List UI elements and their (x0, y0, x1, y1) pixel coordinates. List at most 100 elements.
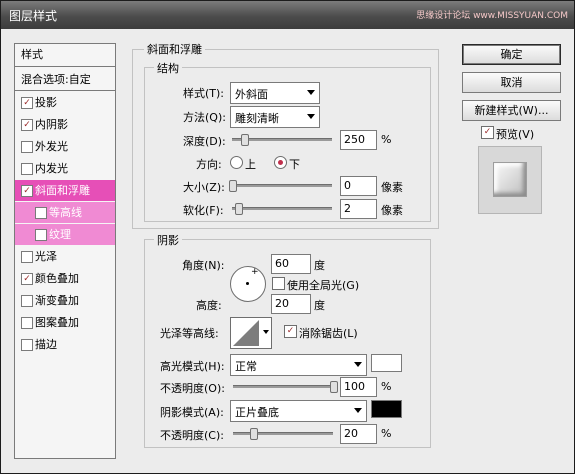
chevron-down-icon (354, 362, 362, 367)
direction-up-radio[interactable] (230, 156, 243, 169)
styles-list: 样式 混合选项:自定 ✓ 投影 ✓ 内阴影 外发光 内发光 ✓ 斜面和浮雕 等高线 纹… (14, 43, 116, 459)
style-item-gradient-overlay[interactable]: 渐变叠加 (15, 290, 115, 311)
highlight-color-swatch[interactable] (371, 354, 402, 372)
antialias-checkbox[interactable]: ✓ (284, 325, 297, 338)
structure-title: 结构 (154, 60, 182, 76)
altitude-input[interactable]: 20 (271, 294, 311, 314)
bevel-emboss-title: 斜面和浮雕 (144, 41, 205, 57)
soften-label: 软化(F): (183, 204, 224, 217)
highlight-opacity-input[interactable]: 100 (340, 377, 377, 397)
direction-down-radio[interactable] (274, 156, 287, 169)
technique-value: 雕刻清晰 (235, 112, 279, 125)
shadow-color-swatch[interactable] (371, 400, 402, 418)
style-item-texture[interactable]: 纹理 (15, 224, 115, 245)
checkbox[interactable]: ✓ (21, 97, 33, 109)
soften-unit: 像素 (381, 204, 403, 217)
style-item-satin[interactable]: 光泽 (15, 246, 115, 267)
layer-style-dialog: 图层样式 思缘设计论坛 www.MISSYUAN.COM 样式 混合选项:自定 … (0, 0, 575, 474)
checkbox[interactable] (21, 295, 33, 307)
technique-select[interactable]: 雕刻清晰 (230, 106, 320, 128)
global-light-checkbox[interactable] (272, 277, 285, 290)
checkbox[interactable] (21, 339, 33, 351)
style-item-pattern-overlay[interactable]: 图案叠加 (15, 312, 115, 333)
window-title: 图层样式 (9, 9, 58, 23)
shadow-mode-label: 阴影模式(A): (160, 406, 224, 419)
radio-selected-dot (278, 160, 283, 165)
shadow-opacity-label: 不透明度(C): (160, 429, 224, 442)
checkbox[interactable]: ✓ (21, 185, 33, 197)
style-label: 样式(T): (183, 87, 225, 100)
chevron-down-icon (307, 90, 315, 95)
style-item-stroke[interactable]: 描边 (15, 334, 115, 355)
angle-unit: 度 (314, 259, 325, 272)
chevron-down-icon (263, 330, 269, 334)
shadow-opacity-input[interactable]: 20 (340, 424, 377, 444)
chevron-down-icon (354, 408, 362, 413)
style-item-color-overlay[interactable]: ✓ 颜色叠加 (15, 268, 115, 289)
size-input[interactable]: 0 (340, 176, 377, 196)
highlight-opacity-unit: % (381, 380, 392, 393)
highlight-opacity-slider[interactable] (233, 381, 338, 393)
size-slider[interactable] (229, 180, 332, 192)
style-item-outer-glow[interactable]: 外发光 (15, 136, 115, 157)
size-slider-thumb[interactable] (229, 180, 237, 192)
global-light-label: 使用全局光(G) (287, 279, 360, 292)
shadow-opacity-slider[interactable] (233, 428, 333, 440)
highlight-mode-label: 高光模式(H): (160, 360, 225, 373)
divider (15, 90, 115, 91)
watermark: 思缘设计论坛 www.MISSYUAN.COM (416, 11, 568, 21)
checkbox[interactable]: ✓ (21, 119, 33, 131)
checkbox[interactable] (35, 229, 47, 241)
depth-slider[interactable] (232, 134, 332, 146)
depth-slider-thumb[interactable] (241, 134, 249, 146)
title-bar[interactable]: 图层样式 思缘设计论坛 www.MISSYUAN.COM (1, 1, 574, 29)
style-preview-thumbnail (478, 146, 542, 214)
size-unit: 像素 (381, 181, 403, 194)
altitude-unit: 度 (314, 299, 325, 312)
direction-up-label: 上 (245, 158, 256, 171)
style-item-contour[interactable]: 等高线 (15, 202, 115, 223)
new-style-button[interactable]: 新建样式(W)... (462, 100, 561, 121)
blend-options-item[interactable]: 混合选项:自定 (15, 69, 115, 90)
shadow-mode-select[interactable]: 正片叠底 (230, 400, 367, 422)
ok-button[interactable]: 确定 (462, 44, 561, 65)
styles-header[interactable]: 样式 (15, 44, 115, 65)
highlight-mode-select[interactable]: 正常 (230, 354, 367, 376)
antialias-label: 消除锯齿(L) (299, 327, 358, 340)
depth-label: 深度(D): (183, 135, 226, 148)
checkbox[interactable]: ✓ (21, 273, 33, 285)
checkbox[interactable] (21, 251, 33, 263)
angle-dial[interactable]: + (230, 266, 266, 302)
direction-label: 方向: (196, 158, 222, 171)
soften-input[interactable]: 2 (340, 199, 377, 219)
angle-input[interactable]: 60 (271, 254, 311, 274)
style-value: 外斜面 (235, 88, 268, 101)
size-label: 大小(Z): (183, 181, 225, 194)
shadow-opacity-unit: % (381, 427, 392, 440)
depth-input[interactable]: 250 (340, 130, 377, 150)
style-item-bevel-emboss[interactable]: ✓ 斜面和浮雕 (15, 180, 115, 201)
checkbox[interactable] (21, 317, 33, 329)
checkbox[interactable] (35, 207, 47, 219)
soften-slider[interactable] (232, 203, 332, 215)
shadow-opacity-thumb[interactable] (250, 428, 258, 440)
direction-down-label: 下 (289, 158, 300, 171)
depth-unit: % (381, 133, 392, 146)
preview-square (493, 162, 527, 197)
style-item-inner-shadow[interactable]: ✓ 内阴影 (15, 114, 115, 135)
style-item-inner-glow[interactable]: 内发光 (15, 158, 115, 179)
gloss-contour-picker[interactable] (230, 317, 272, 349)
contour-preview-icon (233, 320, 259, 346)
soften-slider-thumb[interactable] (235, 203, 243, 215)
preview-label: 预览(V) (496, 128, 535, 141)
preview-checkbox[interactable]: ✓ (481, 126, 494, 139)
highlight-opacity-label: 不透明度(O): (160, 382, 225, 395)
style-item-drop-shadow[interactable]: ✓ 投影 (15, 92, 115, 113)
checkbox[interactable] (21, 163, 33, 175)
cancel-button[interactable]: 取消 (462, 72, 561, 93)
highlight-opacity-thumb[interactable] (330, 381, 338, 393)
chevron-down-icon (307, 114, 315, 119)
gloss-contour-label: 光泽等高线: (160, 327, 219, 340)
checkbox[interactable] (21, 141, 33, 153)
style-select[interactable]: 外斜面 (230, 82, 320, 104)
